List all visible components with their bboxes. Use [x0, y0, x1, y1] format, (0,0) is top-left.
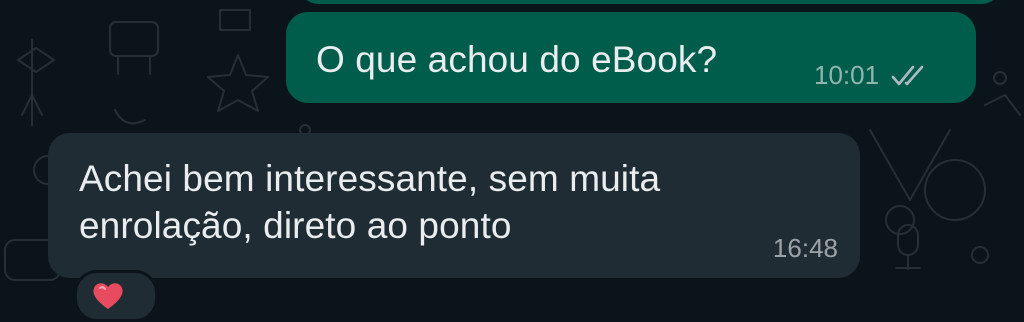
message-meta: 16:48: [773, 233, 838, 264]
heart-icon: [91, 281, 125, 311]
outgoing-message-bubble[interactable]: O que achou do eBook? 10:01: [286, 12, 976, 103]
message-line-1: Achei bem interessante, sem muita: [79, 158, 661, 199]
message-meta: 10:01: [814, 60, 929, 91]
incoming-message-bubble[interactable]: Achei bem interessante, sem muita enrola…: [48, 133, 860, 278]
reaction-pill[interactable]: [74, 270, 158, 322]
message-time: 16:48: [772, 233, 838, 263]
message-line-2: enrolação, direto ao ponto: [79, 205, 512, 246]
message-time: 10:01: [814, 60, 880, 90]
message-text: O que achou do eBook?: [316, 39, 718, 80]
double-check-icon: [891, 64, 929, 88]
previous-message-bubble-edge: [300, 0, 1000, 4]
message-text: Achei bem interessante, sem muita enrola…: [79, 155, 660, 249]
